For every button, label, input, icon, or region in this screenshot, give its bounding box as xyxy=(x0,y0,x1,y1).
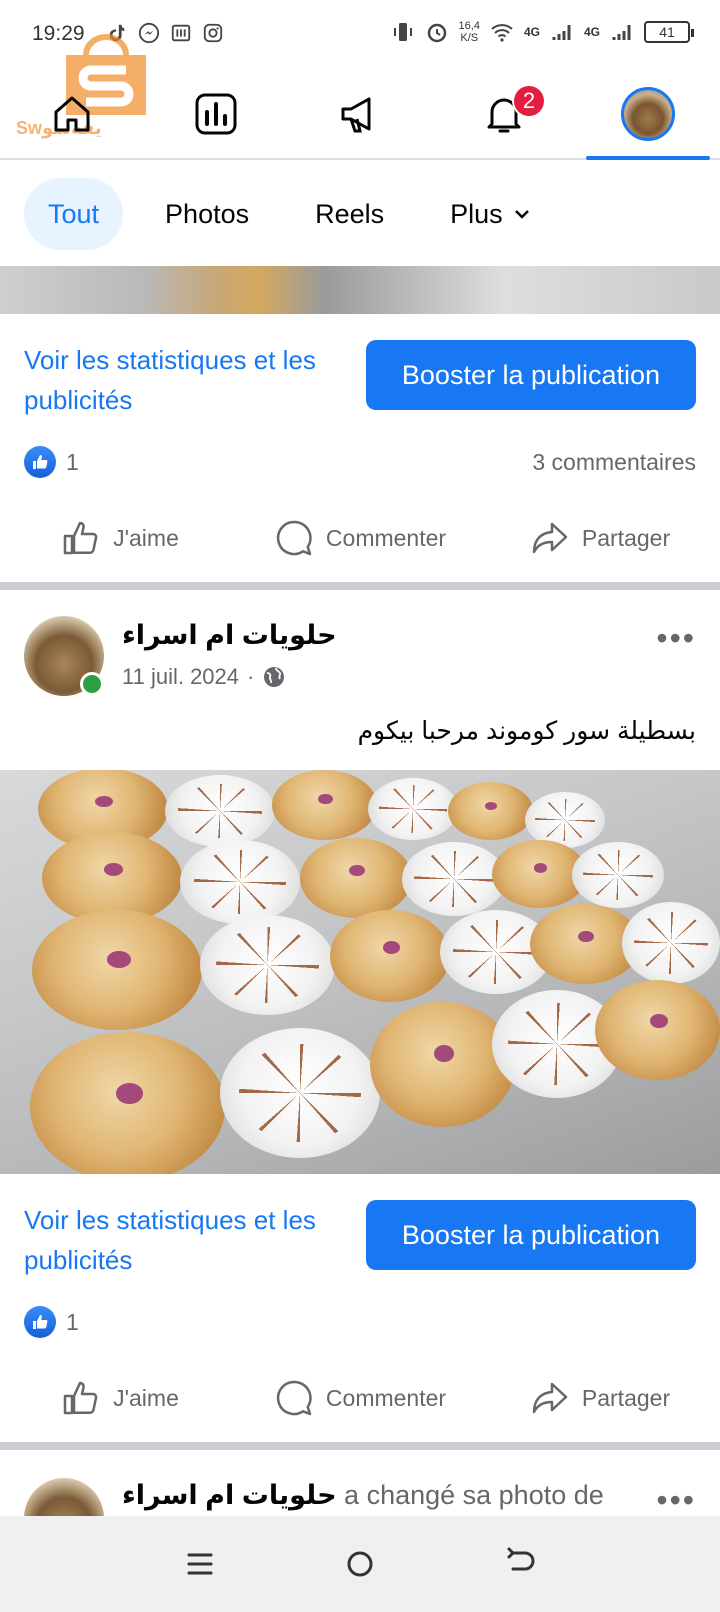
more-options-button[interactable]: ••• xyxy=(656,1482,696,1519)
post-action-text: a changé sa photo de xyxy=(344,1480,604,1510)
pastry-almond xyxy=(330,910,450,1002)
pastry-almond xyxy=(32,910,202,1030)
comment-button[interactable]: Commenter xyxy=(240,508,480,568)
battery-indicator: 41 xyxy=(644,21,694,43)
globe-icon xyxy=(264,667,285,687)
view-stats-link[interactable]: Voir les statistiques et les publicités xyxy=(24,1200,334,1280)
comment-button[interactable]: Commenter xyxy=(240,1368,480,1428)
signal-icon-2 xyxy=(610,20,634,44)
tiktok-icon xyxy=(106,22,128,44)
megaphone-icon xyxy=(341,97,371,133)
pastry-sugar xyxy=(200,915,335,1015)
page-name[interactable]: حلويات ام اسراء xyxy=(122,620,337,651)
post-photo[interactable] xyxy=(0,770,720,1174)
online-indicator xyxy=(80,672,104,696)
pastry-sugar xyxy=(368,778,458,840)
thumbs-up-icon xyxy=(63,1381,98,1415)
like-reaction-icon xyxy=(24,446,56,478)
post-date[interactable]: 11 juil. 2024 xyxy=(122,664,239,690)
comment-icon xyxy=(276,1380,312,1416)
like-button[interactable]: J'aime xyxy=(0,1368,240,1428)
comments-count[interactable]: 3 commentaires xyxy=(532,449,696,476)
page-name[interactable]: حلويات ام اسراء xyxy=(122,1480,337,1510)
pastry-almond xyxy=(595,980,720,1080)
pastry-sugar xyxy=(220,1028,380,1158)
post-divider xyxy=(0,1442,720,1450)
reactions-summary[interactable]: 1 xyxy=(24,1302,696,1342)
pastry-almond xyxy=(272,770,377,840)
reactions-summary[interactable]: 1 3 commentaires xyxy=(24,442,696,482)
signal-icon xyxy=(550,20,574,44)
tab-photos[interactable]: Photos xyxy=(141,178,273,250)
instagram-icon xyxy=(202,22,224,44)
tab-reels[interactable]: Reels xyxy=(291,178,408,250)
share-button[interactable]: Partager xyxy=(480,508,720,568)
post-header: حلويات ام اسراء 11 juil. 2024 · ••• xyxy=(24,616,696,696)
post-action-bar: J'aime Commenter Partager xyxy=(0,508,720,568)
post-promo-row: Voir les statistiques et les publicités … xyxy=(0,1194,720,1275)
system-navigation-bar xyxy=(0,1516,720,1612)
view-stats-link[interactable]: Voir les statistiques et les publicités xyxy=(24,340,334,420)
pastry-sugar xyxy=(572,842,664,908)
share-button[interactable]: Partager xyxy=(480,1368,720,1428)
vibrate-icon xyxy=(391,20,415,44)
post-divider xyxy=(0,582,720,590)
pastry-almond xyxy=(448,782,533,840)
wifi-icon xyxy=(490,20,514,44)
pastry-sugar xyxy=(165,775,275,847)
nav-insights[interactable] xyxy=(144,70,288,158)
nav-profile[interactable] xyxy=(576,70,720,160)
post-photo[interactable] xyxy=(0,266,720,314)
comment-icon xyxy=(276,520,312,556)
home-icon xyxy=(54,96,90,132)
clock: 19:29 xyxy=(32,22,85,45)
like-button[interactable]: J'aime xyxy=(0,508,240,568)
nav-home[interactable] xyxy=(0,70,144,158)
boost-post-button[interactable]: Booster la publication xyxy=(366,340,696,410)
tab-plus[interactable]: Plus xyxy=(426,178,555,250)
alarm-icon xyxy=(425,20,449,44)
pastry-almond xyxy=(300,838,412,918)
like-reaction-icon xyxy=(24,1306,56,1338)
top-navigation: 2 xyxy=(0,70,720,160)
more-options-button[interactable]: ••• xyxy=(656,620,696,657)
post-header: حلويات ام اسراء a changé sa photo de ••• xyxy=(24,1478,696,1558)
home-circle-icon[interactable] xyxy=(343,1547,377,1581)
insights-icon xyxy=(195,93,237,135)
content-filter-tabs: Tout Photos Reels Plus xyxy=(24,176,696,252)
back-icon[interactable] xyxy=(503,1547,537,1581)
pastry-sugar xyxy=(402,842,506,916)
post-action-bar: J'aime Commenter Partager xyxy=(0,1368,720,1428)
nav-notifications[interactable]: 2 xyxy=(432,70,576,158)
share-icon xyxy=(532,1382,568,1414)
pastry-almond xyxy=(370,1002,515,1127)
boost-post-button[interactable]: Booster la publication xyxy=(366,1200,696,1270)
post-text: بسطيلة سور كوموند مرحبا بيكوم xyxy=(357,717,696,745)
share-icon xyxy=(532,522,568,554)
thumbs-up-icon xyxy=(63,521,98,555)
nav-ads[interactable] xyxy=(288,70,432,158)
profile-avatar xyxy=(621,87,675,141)
recents-icon[interactable] xyxy=(183,1547,217,1581)
post-promo-row: Voir les statistiques et les publicités … xyxy=(0,334,720,415)
chevron-down-icon xyxy=(514,210,529,219)
status-bar: 19:29 16,4 K/S 4G 4G 41 xyxy=(0,0,720,70)
pastry-sugar xyxy=(180,840,300,924)
messenger-icon xyxy=(138,22,160,44)
pastry-sugar xyxy=(622,902,720,984)
notification-badge: 2 xyxy=(512,84,546,118)
tab-tout[interactable]: Tout xyxy=(24,178,124,250)
pastry-almond xyxy=(30,1032,225,1174)
app-icon xyxy=(170,22,192,44)
